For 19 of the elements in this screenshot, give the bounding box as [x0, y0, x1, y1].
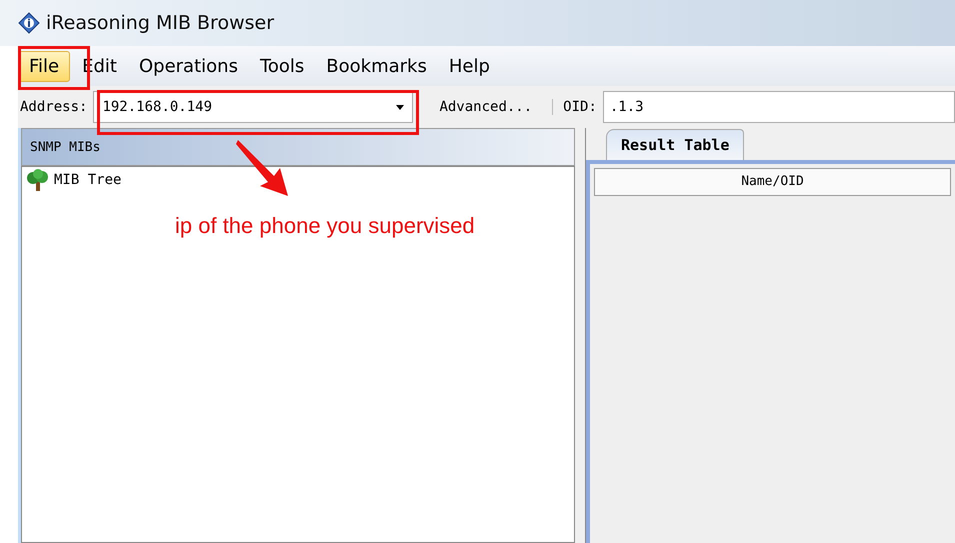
- tree-node[interactable]: MIB Tree: [54, 172, 122, 188]
- annotation-text: ip of the phone you supervised: [175, 213, 475, 239]
- tree-icon: [26, 169, 50, 191]
- address-combo[interactable]: 192.168.0.149: [93, 91, 414, 123]
- oid-label: OID:: [552, 99, 597, 115]
- menu-item[interactable]: Bookmarks: [316, 52, 437, 80]
- panel-title: SNMP MIBs: [30, 140, 100, 154]
- menu-item[interactable]: Tools: [250, 52, 314, 80]
- oid-field[interactable]: .1.3: [602, 91, 955, 123]
- menu-item[interactable]: Help: [438, 52, 500, 80]
- address-label: Address:: [19, 99, 88, 115]
- tab[interactable]: Result Table: [606, 129, 744, 160]
- menu-item[interactable]: Operations: [128, 52, 248, 80]
- info-diamond-icon: [18, 12, 40, 34]
- advanced-button[interactable]: Advanced...: [433, 95, 538, 119]
- menu-item[interactable]: File: [18, 50, 70, 82]
- dropdown-caret-icon: [396, 104, 404, 110]
- column-header[interactable]: Name/OID: [595, 169, 950, 195]
- window-title: iReasoning MIB Browser: [46, 12, 274, 34]
